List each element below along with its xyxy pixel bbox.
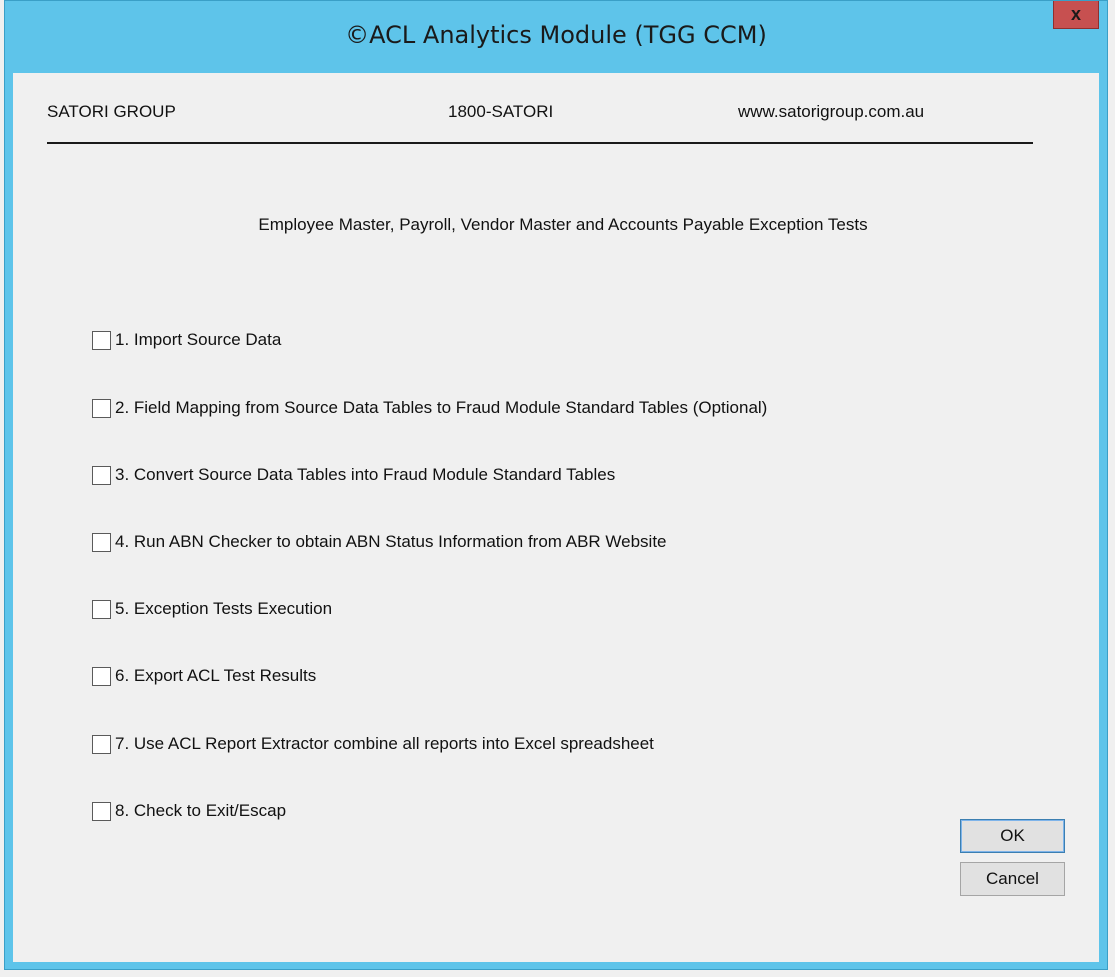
window-title: ©ACL Analytics Module (TGG CCM) [345, 21, 767, 49]
close-button[interactable]: x [1053, 1, 1099, 29]
option-export-results[interactable]: 6. Export ACL Test Results [92, 665, 316, 687]
option-label: 5. Exception Tests Execution [115, 599, 333, 618]
dialog-body: SATORI GROUP 1800-SATORI www.satorigroup… [13, 73, 1099, 962]
option-field-mapping[interactable]: 2. Field Mapping from Source Data Tables… [92, 397, 767, 419]
option-exit[interactable]: 8. Check to Exit/Escap [92, 800, 286, 822]
option-exception-tests[interactable]: 5. Exception Tests Execution [92, 598, 332, 620]
dialog-window: ©ACL Analytics Module (TGG CCM) x SATORI… [4, 0, 1108, 970]
option-report-extractor[interactable]: 7. Use ACL Report Extractor combine all … [92, 733, 654, 755]
option-label: 1. Import Source Data [115, 330, 282, 349]
option-import-source-data[interactable]: 1. Import Source Data [92, 329, 281, 351]
company-website: www.satorigroup.com.au [738, 102, 925, 121]
checkbox[interactable] [92, 532, 111, 552]
cancel-button[interactable]: Cancel [960, 862, 1065, 896]
option-label: 4. Run ABN Checker to obtain ABN Status … [115, 532, 667, 551]
option-abn-checker[interactable]: 4. Run ABN Checker to obtain ABN Status … [92, 531, 667, 553]
option-convert-tables[interactable]: 3. Convert Source Data Tables into Fraud… [92, 464, 615, 486]
checkbox[interactable] [92, 666, 111, 686]
option-label: 7. Use ACL Report Extractor combine all … [115, 734, 654, 753]
checkbox[interactable] [92, 398, 111, 418]
checkbox[interactable] [92, 599, 111, 619]
option-label: 3. Convert Source Data Tables into Fraud… [115, 465, 616, 484]
option-label: 6. Export ACL Test Results [115, 666, 317, 685]
checkbox[interactable] [92, 465, 111, 485]
option-label: 2. Field Mapping from Source Data Tables… [115, 398, 768, 417]
company-phone: 1800-SATORI [448, 102, 554, 121]
close-icon: x [1070, 4, 1081, 24]
header-divider [47, 142, 1033, 144]
checkbox[interactable] [92, 330, 111, 350]
ok-button[interactable]: OK [960, 819, 1065, 853]
checkbox[interactable] [92, 734, 111, 754]
company-name: SATORI GROUP [47, 102, 176, 121]
title-bar[interactable]: ©ACL Analytics Module (TGG CCM) x [5, 1, 1107, 73]
checkbox[interactable] [92, 801, 111, 821]
dialog-subtitle: Employee Master, Payroll, Vendor Master … [258, 215, 868, 234]
option-label: 8. Check to Exit/Escap [115, 801, 287, 820]
